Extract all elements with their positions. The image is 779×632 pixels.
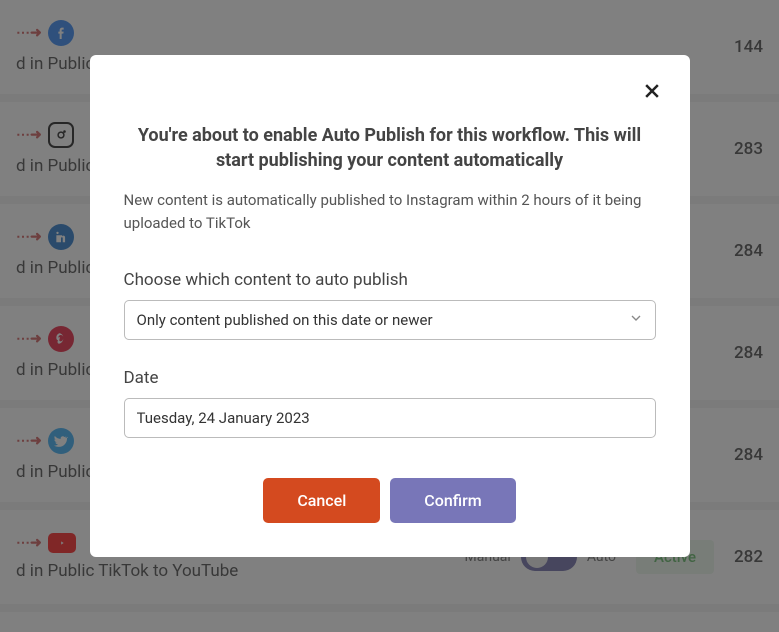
date-label: Date bbox=[124, 368, 656, 388]
close-icon bbox=[642, 81, 662, 101]
date-input[interactable] bbox=[124, 398, 656, 438]
confirm-button[interactable]: Confirm bbox=[390, 478, 515, 523]
content-select-label: Choose which content to auto publish bbox=[124, 270, 656, 290]
auto-publish-modal: You're about to enable Auto Publish for … bbox=[90, 55, 690, 557]
modal-title: You're about to enable Auto Publish for … bbox=[124, 123, 656, 173]
content-select[interactable] bbox=[124, 300, 656, 340]
modal-overlay: You're about to enable Auto Publish for … bbox=[0, 0, 779, 632]
modal-description: New content is automatically published t… bbox=[124, 189, 656, 234]
close-button[interactable] bbox=[638, 77, 666, 105]
cancel-button[interactable]: Cancel bbox=[263, 478, 380, 523]
